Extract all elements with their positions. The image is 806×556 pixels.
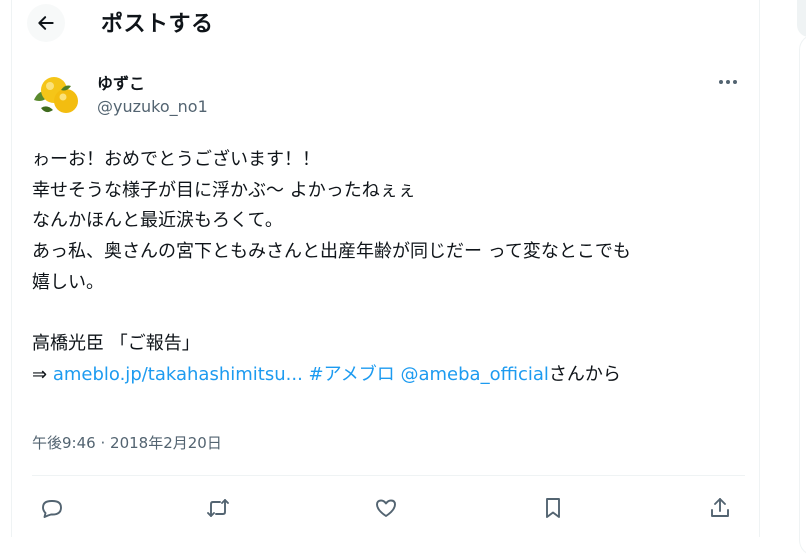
bookmark-button[interactable] <box>535 490 571 526</box>
display-name[interactable]: ゆずこ <box>97 70 145 94</box>
sidebar-card-edge <box>799 34 806 556</box>
reply-icon <box>42 500 62 518</box>
tweet-line: あっ私、奥さんの宮下ともみさんと出産年齢が同じだー って変なとこでも <box>32 241 631 263</box>
tweet-line: なんかほんと最近涙もろくて。 <box>32 210 283 232</box>
tweet-link-line: ⇒ ameblo.jp/takahashimitsu... #アメブロ @ame… <box>32 360 747 391</box>
search-bar-edge <box>797 0 806 37</box>
share-icon <box>711 498 729 517</box>
post-date[interactable]: 2018年2月20日 <box>110 434 222 452</box>
tweet-timestamp: 午後9:46 · 2018年2月20日 <box>32 432 222 453</box>
like-button[interactable] <box>368 490 404 526</box>
more-icon <box>719 80 737 84</box>
tweet-line: 幸せそうな様子が目に浮かぶ〜 よかったねぇぇ <box>32 179 416 201</box>
arrow-left-icon <box>38 16 54 30</box>
tweet-line: ゎーお！おめでとうございます！！ <box>32 149 320 170</box>
action-bar <box>32 490 745 526</box>
back-button[interactable] <box>27 4 65 42</box>
repost-button[interactable] <box>200 490 236 526</box>
post-time[interactable]: 午後9:46 <box>32 434 96 452</box>
tweet-line: 嬉しい。 <box>32 271 104 293</box>
tweet-line: 高橋光臣 「ご報告」 <box>32 333 200 355</box>
page-title: ポストする <box>101 12 214 37</box>
external-link[interactable]: ameblo.jp/takahashimitsu... <box>53 364 303 385</box>
tweet-text: ゎーお！おめでとうございます！！ 幸せそうな様子が目に浮かぶ〜 よかったねぇぇ … <box>32 145 747 391</box>
arrow-text: ⇒ <box>32 363 48 385</box>
share-button[interactable] <box>702 490 738 526</box>
separator: · <box>100 434 106 452</box>
user-handle[interactable]: @yuzuko_no1 <box>97 97 208 116</box>
right-border <box>759 0 760 537</box>
reply-button[interactable] <box>34 490 70 526</box>
yuzu-fruit-icon <box>31 70 81 120</box>
hashtag-link[interactable]: #アメブロ <box>309 364 395 385</box>
repost-icon <box>207 499 229 517</box>
mention-link[interactable]: @ameba_official <box>400 364 548 385</box>
page-header: ポストする <box>12 0 759 48</box>
left-border <box>11 0 12 537</box>
avatar[interactable] <box>31 70 81 120</box>
bookmark-icon <box>546 498 560 518</box>
heart-icon <box>376 499 396 517</box>
suffix-text: さんから <box>548 363 621 385</box>
divider <box>32 475 745 476</box>
more-options-button[interactable] <box>711 68 745 96</box>
